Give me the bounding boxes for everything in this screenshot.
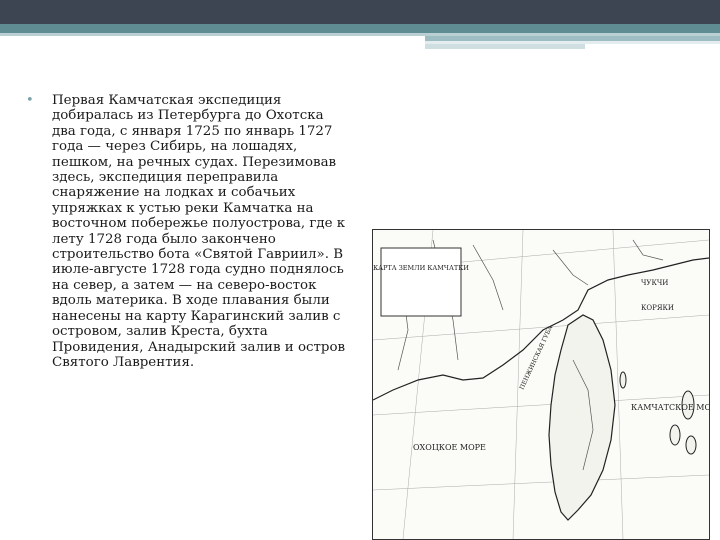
kamchatka-map-image: КАРТА ЗЕМЛИ КАМЧАТКИ ОХОЦКОЕ МОРЕ КАМЧАТ… <box>372 229 710 540</box>
accent-stripe-right-short <box>425 44 585 49</box>
map-drawing: КАРТА ЗЕМЛИ КАМЧАТКИ ОХОЦКОЕ МОРЕ КАМЧАТ… <box>373 230 709 539</box>
bullet-marker: • <box>26 93 34 108</box>
cartouche: КАРТА ЗЕМЛИ КАМЧАТКИ <box>373 247 469 317</box>
slide-body-text: Первая Камчатская экспедиция добиралась … <box>34 93 346 370</box>
title-bar <box>0 0 720 24</box>
label-kamchatka-sea: КАМЧАТСКОЕ МОРЕ <box>631 403 709 412</box>
cartouche-title: КАРТА ЗЕМЛИ КАМЧАТКИ <box>373 264 469 272</box>
label-chukchi: ЧУКЧИ <box>641 279 668 287</box>
label-sea-okhotsk: ОХОЦКОЕ МОРЕ <box>413 443 486 452</box>
peninsula <box>548 314 616 521</box>
label-peninsula-bay: ПЕНЖИНСКАЯ ГУБА <box>518 324 554 391</box>
accent-stripe <box>0 24 720 33</box>
label-koryaki: КОРЯКИ <box>641 304 674 312</box>
expedition-paragraph: Первая Камчатская экспедиция добиралась … <box>52 93 346 370</box>
